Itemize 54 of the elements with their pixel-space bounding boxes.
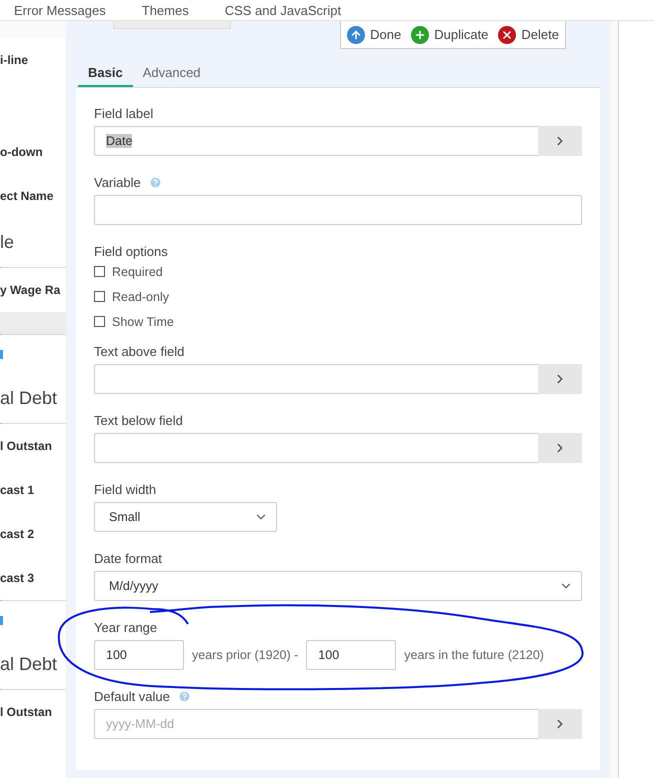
action-button[interactable]: Duplicate — [411, 26, 488, 44]
checkbox[interactable] — [94, 266, 105, 277]
input-field[interactable]: 100 — [94, 640, 184, 670]
checkbox[interactable] — [94, 291, 105, 302]
nav-tab[interactable]: Themes — [142, 2, 189, 18]
checkbox-label: Read-only — [112, 290, 169, 304]
checkbox-label: Required — [112, 264, 163, 278]
expand-button[interactable] — [538, 433, 582, 463]
field-label: Text below field — [94, 412, 183, 428]
sidebar-item[interactable]: cast 2 — [0, 512, 66, 556]
field-label: Variable — [94, 174, 141, 190]
action-button[interactable]: Done — [347, 26, 402, 44]
checkbox-label: Show Time — [112, 314, 174, 328]
expand-button[interactable] — [538, 709, 582, 739]
range-text: years in the future (2120) — [404, 648, 544, 662]
input-field[interactable]: yyyy-MM-dd — [94, 709, 538, 739]
field-label: Field label — [94, 106, 154, 120]
input-field[interactable]: Date — [94, 126, 538, 156]
field-label: Year range — [94, 620, 158, 634]
action-button[interactable]: Delete — [498, 26, 559, 44]
dropdown[interactable]: M/d/yyyy — [94, 571, 582, 601]
nav-tab[interactable]: CSS and JavaScript — [224, 2, 342, 18]
input-field[interactable] — [94, 433, 538, 463]
tab[interactable]: Advanced — [132, 60, 211, 87]
sidebar-item[interactable]: l Outstan — [0, 424, 66, 468]
input-field[interactable] — [94, 195, 582, 225]
field-label: Date format — [94, 550, 162, 566]
link-mark — [0, 350, 3, 359]
help-icon[interactable] — [178, 690, 191, 702]
help-icon[interactable] — [148, 176, 162, 188]
nav-tab[interactable]: Error Messages — [14, 2, 106, 18]
field-label: Field width — [94, 482, 156, 496]
sidebar-item[interactable]: l Outstan — [0, 690, 66, 734]
dropdown[interactable]: Small — [94, 502, 277, 532]
close-icon — [498, 26, 516, 44]
sidebar-item[interactable]: o-down — [0, 130, 66, 174]
link-mark — [0, 616, 3, 625]
checkbox[interactable] — [94, 316, 105, 327]
field-label: Field options — [94, 244, 168, 258]
sidebar-item[interactable]: cast 3 — [0, 556, 66, 600]
sidebar-bar — [0, 312, 66, 334]
expand-button[interactable] — [538, 364, 582, 394]
field-value: Date — [106, 134, 132, 148]
input-field[interactable]: 100 — [306, 640, 396, 670]
sidebar-item[interactable]: y Wage Ra — [0, 268, 66, 312]
field-label: Default value — [94, 688, 170, 704]
sidebar-item[interactable]: cast 1 — [0, 468, 66, 512]
expand-button[interactable] — [538, 126, 582, 156]
sidebar-item[interactable]: ect Name — [0, 174, 66, 218]
field-label: Text above field — [94, 344, 184, 358]
input-field[interactable] — [94, 364, 538, 394]
range-text: years prior (1920) - — [192, 648, 298, 662]
sidebar-item[interactable]: i-line — [0, 38, 66, 82]
plus-icon — [411, 26, 430, 44]
